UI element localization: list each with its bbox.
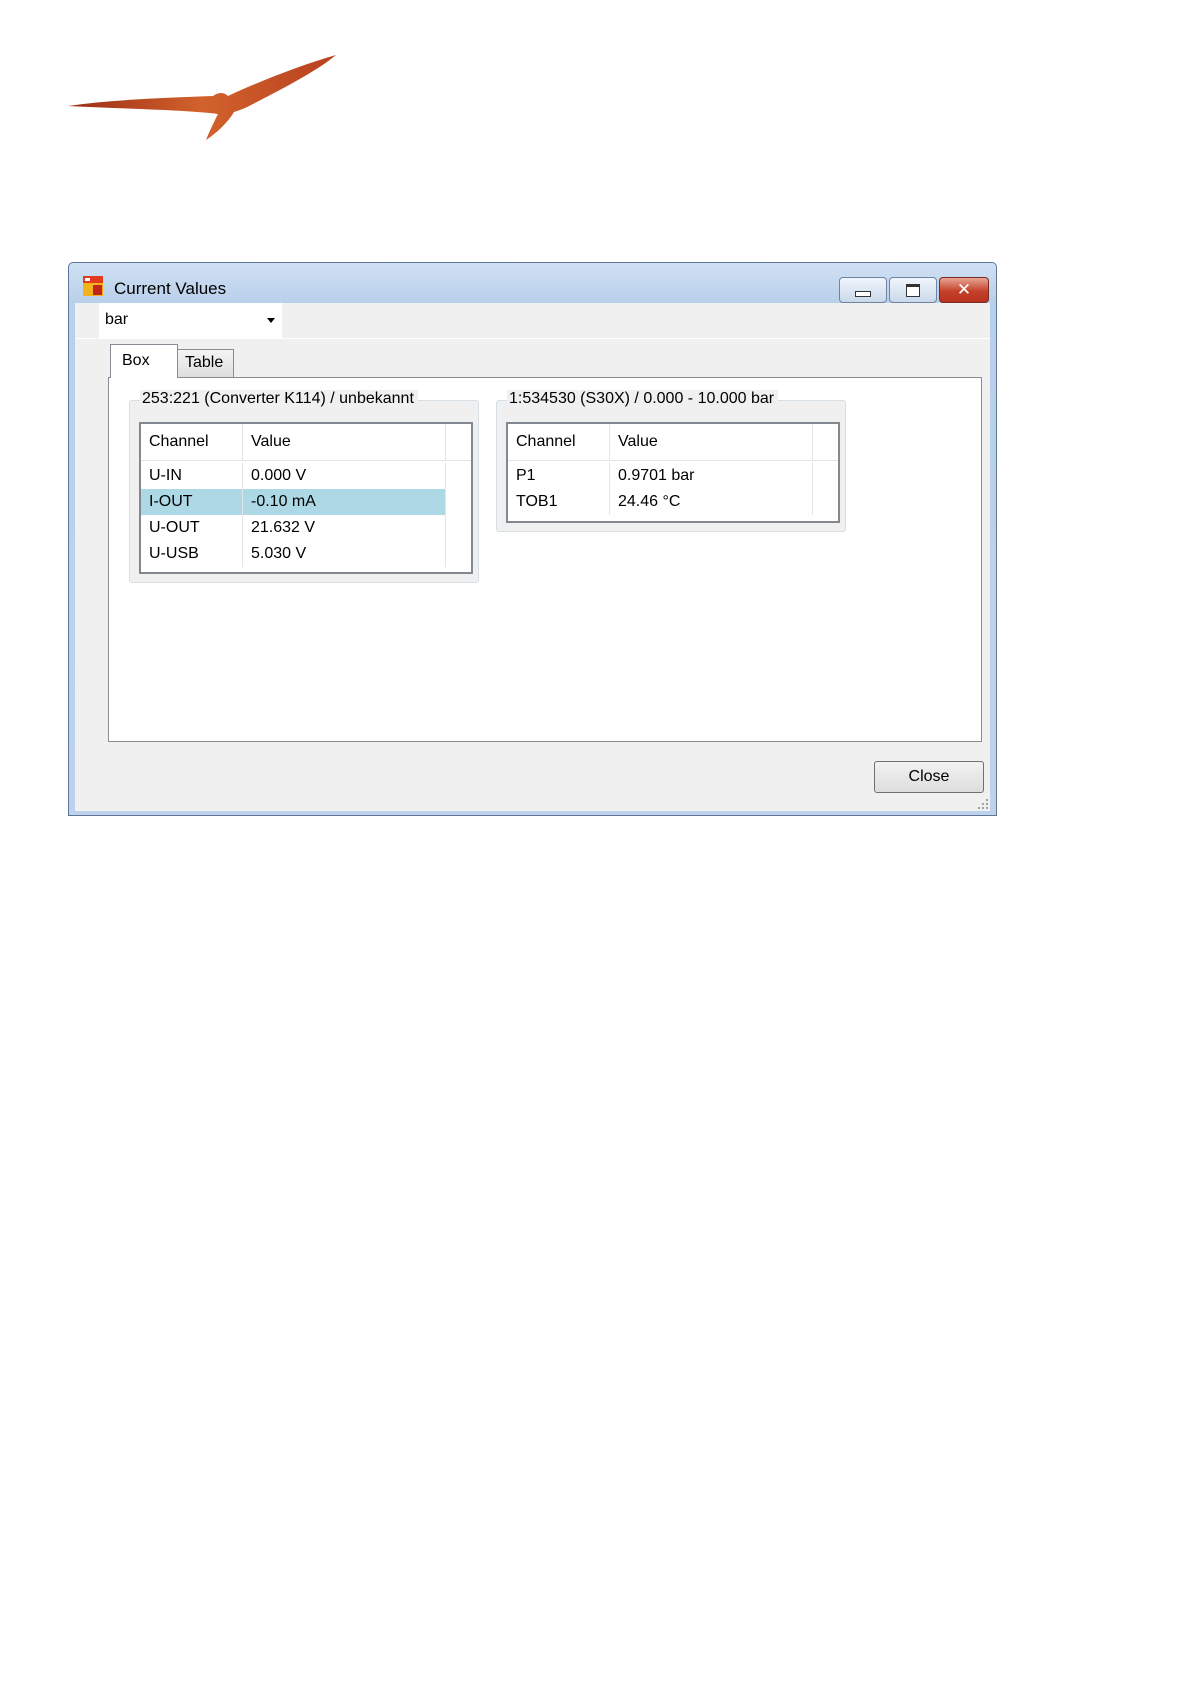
close-icon: ✕ bbox=[956, 280, 972, 300]
column-header-filler bbox=[446, 424, 471, 460]
toolstrip: bar bbox=[75, 303, 990, 339]
tab-box-label: Box bbox=[122, 352, 150, 369]
tab-table-label: Table bbox=[185, 354, 224, 371]
maximize-button[interactable] bbox=[889, 277, 937, 303]
tab-table[interactable]: Table bbox=[178, 349, 234, 377]
minimize-icon bbox=[855, 291, 871, 297]
channel-name: TOB1 bbox=[508, 489, 610, 515]
column-header-channel[interactable]: Channel bbox=[508, 424, 610, 460]
column-header-value[interactable]: Value bbox=[610, 424, 813, 460]
list-item[interactable]: TOB1 24.46 °C bbox=[508, 489, 838, 515]
title-bar[interactable]: Current Values ✕ bbox=[69, 263, 996, 303]
device-group-title: 253:221 (Converter K114) / unbekannt bbox=[140, 390, 418, 408]
chevron-down-icon[interactable] bbox=[267, 318, 275, 323]
device-group-s30x: 1:534530 (S30X) / 0.000 - 10.000 bar Cha… bbox=[496, 390, 846, 532]
tab-box[interactable]: Box bbox=[110, 344, 178, 378]
current-values-window: Current Values ✕ bar Box Table 253:221 ( bbox=[68, 262, 997, 816]
channel-value: -0.10 mA bbox=[243, 489, 446, 515]
device-group-converter: 253:221 (Converter K114) / unbekannt Cha… bbox=[129, 390, 479, 583]
column-header-channel[interactable]: Channel bbox=[141, 424, 243, 460]
channel-value: 5.030 V bbox=[243, 541, 446, 567]
channel-value: 0.000 V bbox=[243, 463, 446, 489]
channel-list[interactable]: Channel Value U-IN 0.000 V I-OUT -0.10 m… bbox=[139, 422, 473, 574]
channel-value: 21.632 V bbox=[243, 515, 446, 541]
maximize-icon bbox=[906, 283, 920, 297]
list-header: Channel Value bbox=[508, 424, 838, 461]
channel-value: 24.46 °C bbox=[610, 489, 813, 515]
channel-name: I-OUT bbox=[141, 489, 243, 515]
list-item-selected[interactable]: I-OUT -0.10 mA bbox=[141, 489, 471, 515]
channel-list[interactable]: Channel Value P1 0.9701 bar TOB1 24.46 °… bbox=[506, 422, 840, 523]
close-button[interactable]: Close bbox=[874, 761, 984, 793]
device-group-title: 1:534530 (S30X) / 0.000 - 10.000 bar bbox=[507, 390, 779, 408]
logo-bird-icon bbox=[68, 55, 336, 140]
list-item[interactable]: P1 0.9701 bar bbox=[508, 463, 838, 489]
list-item[interactable]: U-OUT 21.632 V bbox=[141, 515, 471, 541]
channel-name: U-OUT bbox=[141, 515, 243, 541]
column-header-filler bbox=[813, 424, 838, 460]
channel-name: U-USB bbox=[141, 541, 243, 567]
channel-value: 0.9701 bar bbox=[610, 463, 813, 489]
resize-grip-icon[interactable] bbox=[978, 799, 988, 809]
list-header: Channel Value bbox=[141, 424, 471, 461]
window-title: Current Values bbox=[114, 279, 227, 298]
window-close-button[interactable]: ✕ bbox=[939, 277, 989, 303]
column-header-value[interactable]: Value bbox=[243, 424, 446, 460]
list-item[interactable]: U-IN 0.000 V bbox=[141, 463, 471, 489]
client-area: bar Box Table 253:221 (Converter K114) /… bbox=[75, 303, 990, 811]
app-icon bbox=[83, 276, 103, 296]
unit-select[interactable]: bar bbox=[99, 303, 282, 338]
list-item[interactable]: U-USB 5.030 V bbox=[141, 541, 471, 567]
minimize-button[interactable] bbox=[839, 277, 887, 303]
unit-select-value: bar bbox=[105, 311, 129, 328]
channel-name: P1 bbox=[508, 463, 610, 489]
box-tab-panel: 253:221 (Converter K114) / unbekannt Cha… bbox=[108, 377, 982, 742]
channel-name: U-IN bbox=[141, 463, 243, 489]
